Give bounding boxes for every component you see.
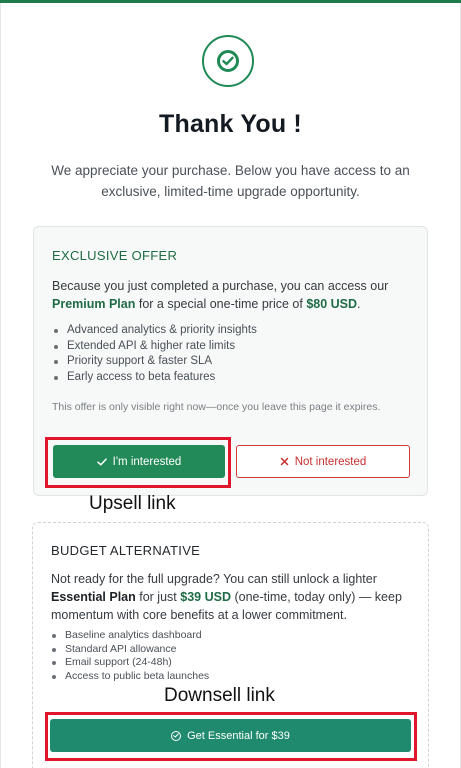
checkmark-icon [173,733,179,738]
offer-price: $80 USD [306,297,358,311]
offer-description: Because you just completed a purchase, y… [52,277,414,313]
offer-plan-name: Premium Plan [52,297,136,311]
x-icon [280,457,288,466]
page-subtitle: We appreciate your purchase. Below you h… [51,163,410,199]
offer-lead-middle: for a special one-time price of [138,297,303,311]
success-check-circle-icon [202,35,254,87]
check-circle-icon [171,730,182,741]
upsell-highlight-box [45,437,231,488]
list-item: Extended API & higher rate limits [52,339,257,355]
check-inner-ring [217,50,239,72]
offer-lead-prefix: Because you just completed a purchase, y… [52,279,389,293]
not-interested-button-label: Not interested [294,455,367,468]
list-item: Standard API allowance [50,643,209,657]
list-item: Baseline analytics dashboard [50,629,209,643]
budget-heading: BUDGET ALTERNATIVE [51,543,201,558]
offer-expiry-note: This offer is only visible right now—onc… [52,401,381,413]
budget-description: Not ready for the full upgrade? You can … [51,570,416,624]
downsell-annotation-label: Downsell link [164,685,275,706]
get-essential-button[interactable]: Get Essential for $39 [50,719,411,752]
list-item: Email support (24-48h) [50,656,209,670]
offer-feature-list: Advanced analytics & priority insights E… [52,323,257,385]
list-item: Advanced analytics & priority insights [52,323,257,339]
offer-lead-suffix: . [357,297,361,311]
list-item: Early access to beta features [52,370,257,386]
list-item: Priority support & faster SLA [52,354,257,370]
not-interested-button[interactable]: Not interested [236,445,410,478]
budget-plan-name: Essential Plan [51,590,136,604]
top-accent-bar [0,0,461,3]
upsell-annotation-label: Upsell link [89,493,176,514]
budget-price: $39 USD [180,590,231,604]
get-essential-button-label: Get Essential for $39 [187,729,290,742]
list-item: Access to public beta launches [50,670,209,684]
checkmark-icon [222,56,234,66]
page-title: Thank You ! [159,110,302,138]
budget-lead-prefix: Not ready for the full upgrade? You can … [51,572,377,586]
budget-lead-middle: for just [139,590,177,604]
budget-feature-list: Baseline analytics dashboard Standard AP… [50,629,209,683]
offer-heading: EXCLUSIVE OFFER [52,248,178,263]
